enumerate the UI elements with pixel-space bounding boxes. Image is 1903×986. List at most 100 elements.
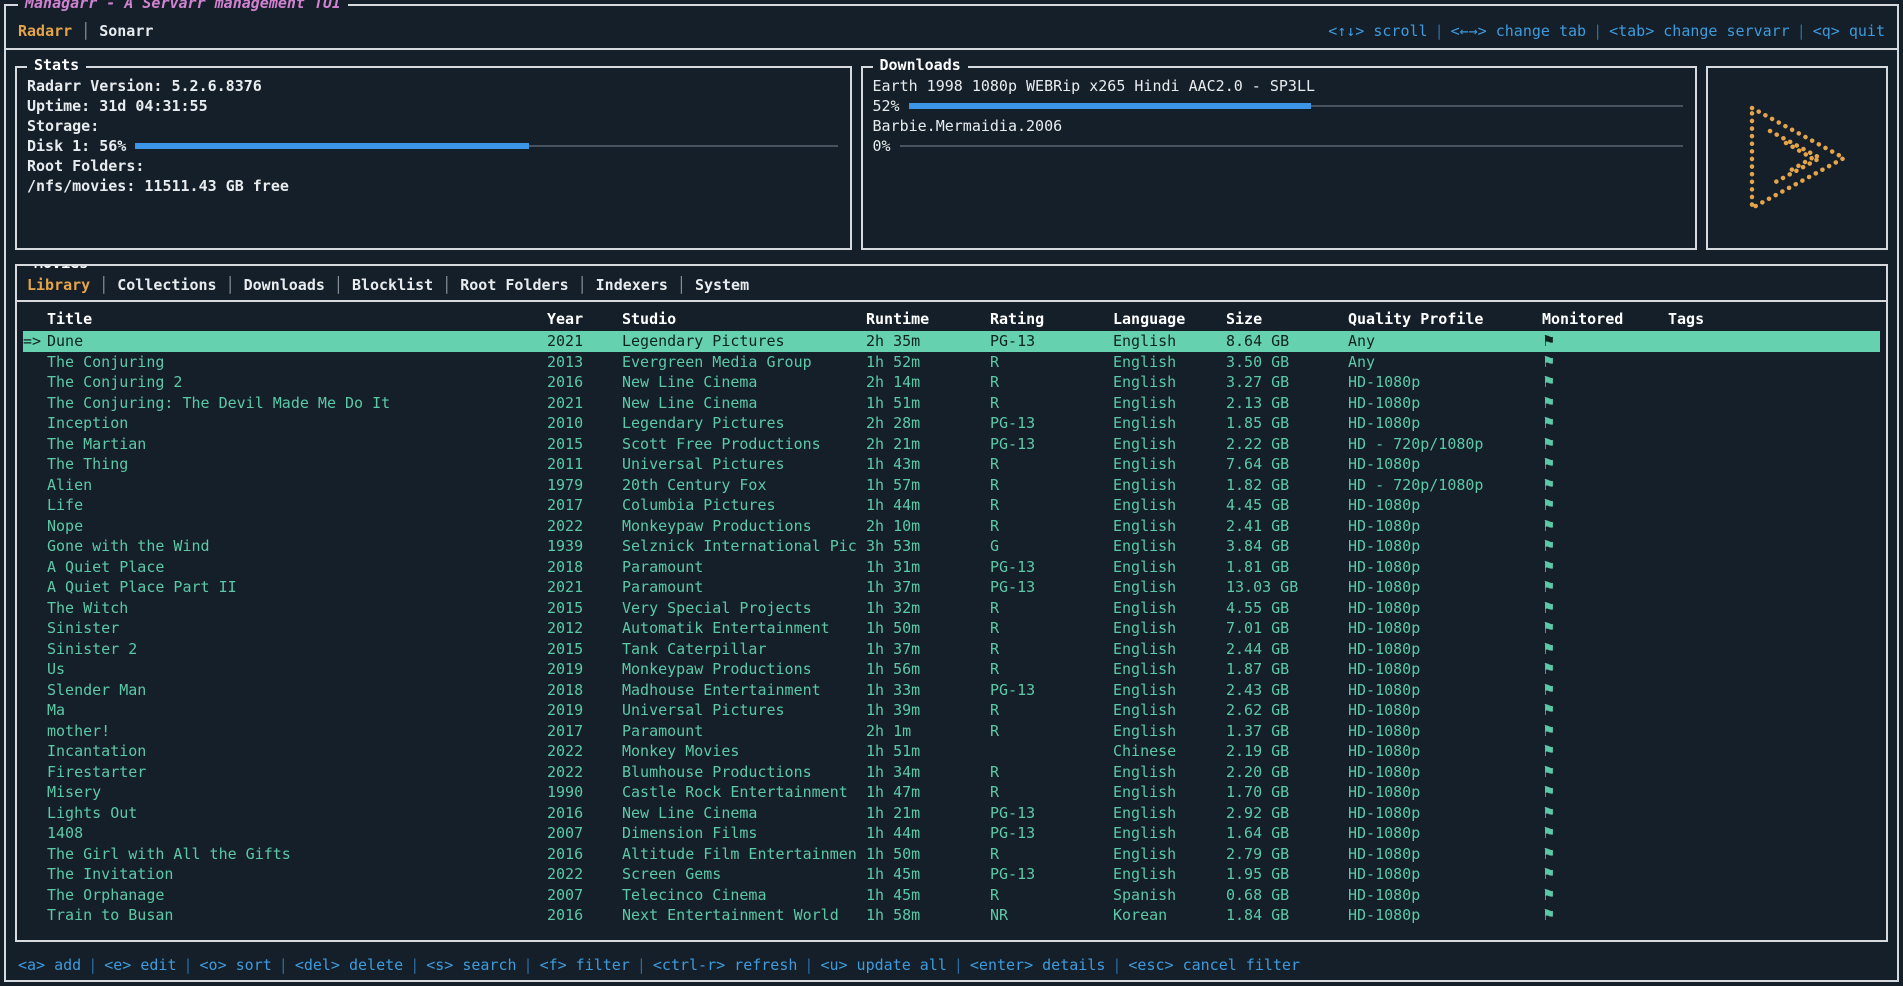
movie-language-cell: English [1113,844,1226,865]
monitored-tag-icon: ⚑ [1542,619,1555,637]
movie-row[interactable]: The Thing2011Universal Pictures1h 43mREn… [23,454,1880,475]
movie-row[interactable]: The Martian2015Scott Free Productions2h … [23,434,1880,455]
movie-row[interactable]: A Quiet Place2018Paramount1h 31mPG-13Eng… [23,557,1880,578]
movie-year-cell: 2022 [547,741,622,762]
movie-tags-cell [1668,762,1880,783]
movie-row[interactable]: 14082007Dimension Films1h 44mPG-13Englis… [23,823,1880,844]
movie-studio-cell: Scott Free Productions [622,434,866,455]
movies-panel-title: Movies [27,264,95,272]
movie-row[interactable]: Lights Out2016New Line Cinema1h 21mPG-13… [23,803,1880,824]
movie-row[interactable]: Firestarter2022Blumhouse Productions1h 3… [23,762,1880,783]
movie-row[interactable]: Ma2019Universal Pictures1h 39mREnglish2.… [23,700,1880,721]
movie-row[interactable]: The Orphanage2007Telecinco Cinema1h 45mR… [23,885,1880,906]
movie-row[interactable]: Sinister 22015Tank Caterpillar1h 37mREng… [23,639,1880,660]
movie-language-cell: English [1113,700,1226,721]
tab-separator: │ [677,276,686,294]
bottom-help-item: <f> filter [540,956,630,974]
help-separator: | [1797,22,1806,40]
top-help-item: <q> quit [1813,22,1885,40]
movie-quality-cell: HD-1080p [1348,680,1542,701]
movie-language-cell: English [1113,516,1226,537]
disk-gauge [135,142,837,150]
movie-year-cell: 2013 [547,352,622,373]
column-header-title: Title [47,308,547,331]
monitored-tag-icon: ⚑ [1542,394,1555,412]
monitored-tag-icon: ⚑ [1542,804,1555,822]
movies-tab-indexers[interactable]: Indexers [596,276,668,294]
movies-tab-library[interactable]: Library [27,276,90,294]
movie-language-cell: English [1113,659,1226,680]
movie-runtime-cell: 1h 37m [866,639,990,660]
movie-monitored-cell: ⚑ [1542,618,1668,639]
movie-row[interactable]: Life2017Columbia Pictures1h 44mREnglish4… [23,495,1880,516]
movie-tags-cell [1668,516,1880,537]
movie-tags-cell [1668,782,1880,803]
movie-size-cell: 0.68 GB [1226,885,1348,906]
movie-quality-cell: HD-1080p [1348,741,1542,762]
movie-row[interactable]: The Conjuring2013Evergreen Media Group1h… [23,352,1880,373]
movie-title-cell: mother! [47,721,547,742]
movie-year-cell: 2010 [547,413,622,434]
movie-row[interactable]: The Invitation2022Screen Gems1h 45mPG-13… [23,864,1880,885]
movie-row[interactable]: The Conjuring: The Devil Made Me Do It20… [23,393,1880,414]
movie-row[interactable]: =>Dune2021Legendary Pictures2h 35mPG-13E… [23,331,1880,352]
movie-title-cell: The Thing [47,454,547,475]
movie-row[interactable]: Misery1990Castle Rock Entertainment1h 47… [23,782,1880,803]
servarr-tab-radarr[interactable]: Radarr [18,22,72,40]
movie-studio-cell: Monkey Movies [622,741,866,762]
movies-tab-blocklist[interactable]: Blocklist [352,276,433,294]
movie-tags-cell [1668,803,1880,824]
movie-studio-cell: Monkeypaw Productions [622,516,866,537]
selection-marker [23,577,47,598]
stats-panel-title: Stats [27,56,86,74]
movie-row[interactable]: mother!2017Paramount2h 1mREnglish1.37 GB… [23,721,1880,742]
monitored-tag-icon: ⚑ [1542,763,1555,781]
selection-marker [23,639,47,660]
movie-studio-cell: New Line Cinema [622,372,866,393]
movies-tab-root-folders[interactable]: Root Folders [460,276,568,294]
bottom-help-item: <esc> cancel filter [1128,956,1300,974]
movie-studio-cell: Legendary Pictures [622,331,866,352]
movie-size-cell: 3.50 GB [1226,352,1348,373]
movie-studio-cell: New Line Cinema [622,393,866,414]
movie-row[interactable]: Incantation2022Monkey Movies1h 51mChines… [23,741,1880,762]
movie-row[interactable]: Alien197920th Century Fox1h 57mREnglish1… [23,475,1880,496]
movie-row[interactable]: Gone with the Wind1939Selznick Internati… [23,536,1880,557]
column-header-rating: Rating [990,308,1113,331]
selection-marker [23,352,47,373]
movie-size-cell: 7.64 GB [1226,454,1348,475]
movie-size-cell: 1.87 GB [1226,659,1348,680]
movie-title-cell: The Conjuring 2 [47,372,547,393]
movie-row[interactable]: The Girl with All the Gifts2016Altitude … [23,844,1880,865]
movie-size-cell: 8.64 GB [1226,331,1348,352]
movie-row[interactable]: Slender Man2018Madhouse Entertainment1h … [23,680,1880,701]
movie-rating-cell: R [990,782,1113,803]
movie-runtime-cell: 1h 52m [866,352,990,373]
movies-tab-collections[interactable]: Collections [117,276,216,294]
download-name: Barbie.Mermaidia.2006 [873,116,1684,136]
movie-row[interactable]: Inception2010Legendary Pictures2h 28mPG-… [23,413,1880,434]
movie-monitored-cell: ⚑ [1542,659,1668,680]
movie-row[interactable]: A Quiet Place Part II2021Paramount1h 37m… [23,577,1880,598]
movie-row[interactable]: Us2019Monkeypaw Productions1h 56mREnglis… [23,659,1880,680]
movie-studio-cell: Altitude Film Entertainmen [622,844,866,865]
selection-marker [23,413,47,434]
movie-tags-cell [1668,454,1880,475]
movies-tab-downloads[interactable]: Downloads [244,276,325,294]
movie-year-cell: 2017 [547,495,622,516]
movie-year-cell: 2019 [547,659,622,680]
bottom-help-item: <o> sort [200,956,272,974]
movie-runtime-cell: 1h 47m [866,782,990,803]
movie-row[interactable]: Nope2022Monkeypaw Productions2h 10mREngl… [23,516,1880,537]
movies-tab-system[interactable]: System [695,276,749,294]
column-header-studio: Studio [622,308,866,331]
table-header-row: TitleYearStudioRuntimeRatingLanguageSize… [23,308,1880,331]
movie-row[interactable]: Train to Busan2016Next Entertainment Wor… [23,905,1880,926]
movie-title-cell: The Conjuring: The Devil Made Me Do It [47,393,547,414]
bottom-help-item: <a> add [18,956,81,974]
movie-row[interactable]: Sinister2012Automatik Entertainment1h 50… [23,618,1880,639]
movie-runtime-cell: 1h 50m [866,844,990,865]
movie-row[interactable]: The Witch2015Very Special Projects1h 32m… [23,598,1880,619]
servarr-tab-sonarr[interactable]: Sonarr [99,22,153,40]
movie-row[interactable]: The Conjuring 22016New Line Cinema2h 14m… [23,372,1880,393]
